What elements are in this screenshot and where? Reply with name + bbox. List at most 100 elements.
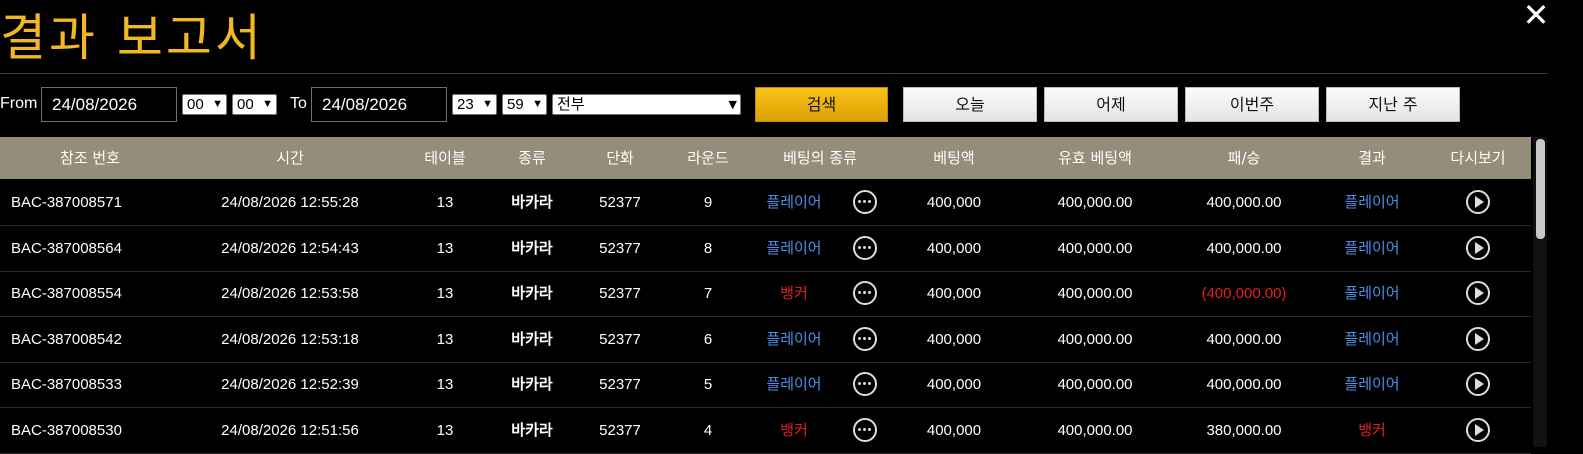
- today-button[interactable]: 오늘: [903, 87, 1037, 122]
- cell-bet-type: 뱅커: [780, 284, 808, 302]
- cell-amount: 400,000: [926, 239, 982, 257]
- play-circle-icon[interactable]: [1466, 190, 1490, 214]
- more-dots-icon[interactable]: [853, 417, 877, 442]
- cell-table: 13: [436, 285, 454, 302]
- cell-bet-type: 플레이어: [766, 375, 822, 393]
- cell-round: 4: [703, 421, 713, 439]
- cell-amount: 400,000: [926, 421, 982, 439]
- more-dots-icon[interactable]: [853, 190, 877, 214]
- chevron-down-icon: ▼: [532, 98, 543, 110]
- cell-ref: BAC-387008542: [11, 330, 122, 348]
- last-week-button[interactable]: 지난 주: [1326, 87, 1460, 122]
- cell-winloss: 400,000.00: [1206, 330, 1282, 348]
- divider: [0, 73, 1548, 74]
- cell-valid: 400,000.00: [1057, 285, 1133, 302]
- play-circle-icon[interactable]: [1466, 281, 1490, 305]
- cell-bet-type: 플레이어: [766, 238, 822, 257]
- cell-table: 13: [436, 421, 454, 439]
- from-hour-select[interactable]: 00 ▼: [182, 94, 227, 115]
- cell-time: 24/08/2026 12:55:28: [221, 194, 359, 211]
- column-header: 시간: [276, 149, 304, 167]
- more-dots-icon[interactable]: [853, 281, 877, 305]
- chevron-down-icon: ▼: [728, 98, 737, 111]
- category-select[interactable]: 전부 ▼: [552, 94, 741, 115]
- from-label: From: [0, 95, 38, 112]
- cell-game: 바카라: [511, 329, 553, 348]
- to-label: To: [290, 95, 307, 112]
- more-dots-icon[interactable]: [853, 235, 877, 260]
- column-header: 패/승: [1227, 149, 1261, 167]
- cell-shoe: 52377: [599, 239, 641, 257]
- cell-valid: 400,000.00: [1057, 239, 1133, 257]
- table-row: BAC-387008571 24/08/2026 12:55:28 13 바카라 523…: [0, 180, 1531, 226]
- play-circle-icon[interactable]: [1466, 326, 1490, 351]
- cell-bet-type: 뱅커: [780, 420, 808, 439]
- cell-table: 13: [436, 376, 454, 393]
- column-header: 단화: [606, 149, 634, 167]
- cell-game: 바카라: [511, 375, 553, 393]
- cell-winloss: 400,000.00: [1206, 376, 1282, 393]
- cell-round: 6: [703, 330, 713, 348]
- play-circle-icon[interactable]: [1466, 372, 1490, 396]
- yesterday-button[interactable]: 어제: [1044, 87, 1178, 122]
- more-dots-icon[interactable]: [853, 326, 877, 351]
- cell-time: 24/08/2026 12:52:39: [221, 376, 359, 393]
- play-circle-icon[interactable]: [1466, 235, 1490, 260]
- cell-amount: 400,000: [926, 330, 982, 348]
- to-minute-select[interactable]: 59 ▼: [502, 94, 547, 115]
- cell-result: 플레이어: [1344, 284, 1400, 302]
- cell-shoe: 52377: [599, 330, 641, 348]
- chevron-down-icon: ▼: [262, 98, 273, 110]
- cell-winloss: (400,000.00): [1201, 285, 1287, 302]
- cell-round: 7: [703, 285, 713, 302]
- cell-bet-type: 플레이어: [766, 193, 822, 211]
- column-header: 테이블: [424, 149, 466, 167]
- chevron-down-icon: ▼: [482, 98, 493, 110]
- cell-shoe: 52377: [599, 376, 641, 393]
- play-circle-icon[interactable]: [1466, 417, 1490, 442]
- table-row: BAC-387008554 24/08/2026 12:53:58 13 바카라 523…: [0, 271, 1531, 317]
- cell-result: 플레이어: [1344, 238, 1400, 257]
- cell-amount: 400,000: [926, 376, 982, 393]
- cell-time: 24/08/2026 12:51:56: [221, 421, 359, 439]
- column-header: 종류: [518, 149, 546, 167]
- column-header: 다시보기: [1450, 149, 1506, 167]
- column-header: 라운드: [687, 149, 729, 167]
- cell-game: 바카라: [511, 284, 553, 302]
- cell-winloss: 400,000.00: [1206, 194, 1282, 211]
- from-date-input[interactable]: 24/08/2026: [41, 87, 177, 122]
- cell-round: 5: [703, 376, 713, 393]
- more-dots-icon[interactable]: [853, 372, 877, 396]
- cell-bet-type: 플레이어: [766, 329, 822, 348]
- cell-result: 뱅커: [1358, 420, 1386, 439]
- cell-shoe: 52377: [599, 421, 641, 439]
- cell-game: 바카라: [511, 193, 553, 211]
- to-hour-select[interactable]: 23 ▼: [452, 94, 497, 115]
- from-minute-select[interactable]: 00 ▼: [232, 94, 277, 115]
- cell-time: 24/08/2026 12:54:43: [221, 239, 359, 257]
- table-header: 참조 번호 시간 테이블 종류 단화 라운드 베팅의 종류 베팅액 유효 베팅액…: [0, 137, 1531, 179]
- cell-time: 24/08/2026 12:53:58: [221, 285, 359, 302]
- close-icon[interactable]: ✕: [1521, 0, 1551, 31]
- cell-ref: BAC-387008571: [11, 194, 122, 211]
- chevron-down-icon: ▼: [212, 98, 223, 110]
- cell-game: 바카라: [511, 420, 553, 439]
- cell-valid: 400,000.00: [1057, 330, 1133, 348]
- cell-time: 24/08/2026 12:53:18: [221, 330, 359, 348]
- scrollbar-thumb[interactable]: [1536, 139, 1545, 239]
- cell-round: 9: [703, 194, 713, 211]
- cell-winloss: 380,000.00: [1206, 421, 1282, 439]
- cell-valid: 400,000.00: [1057, 194, 1133, 211]
- column-header: 결과: [1358, 149, 1386, 167]
- search-button[interactable]: 검색: [755, 87, 888, 122]
- cell-valid: 400,000.00: [1057, 421, 1133, 439]
- column-header: 참조 번호: [60, 149, 120, 167]
- to-date-input[interactable]: 24/08/2026: [311, 87, 447, 122]
- cell-ref: BAC-387008564: [11, 239, 122, 257]
- cell-ref: BAC-387008530: [11, 421, 122, 439]
- cell-result: 플레이어: [1344, 329, 1400, 348]
- this-week-button[interactable]: 이번주: [1185, 87, 1319, 122]
- cell-table: 13: [436, 194, 454, 211]
- cell-table: 13: [436, 239, 454, 257]
- cell-amount: 400,000: [926, 285, 982, 302]
